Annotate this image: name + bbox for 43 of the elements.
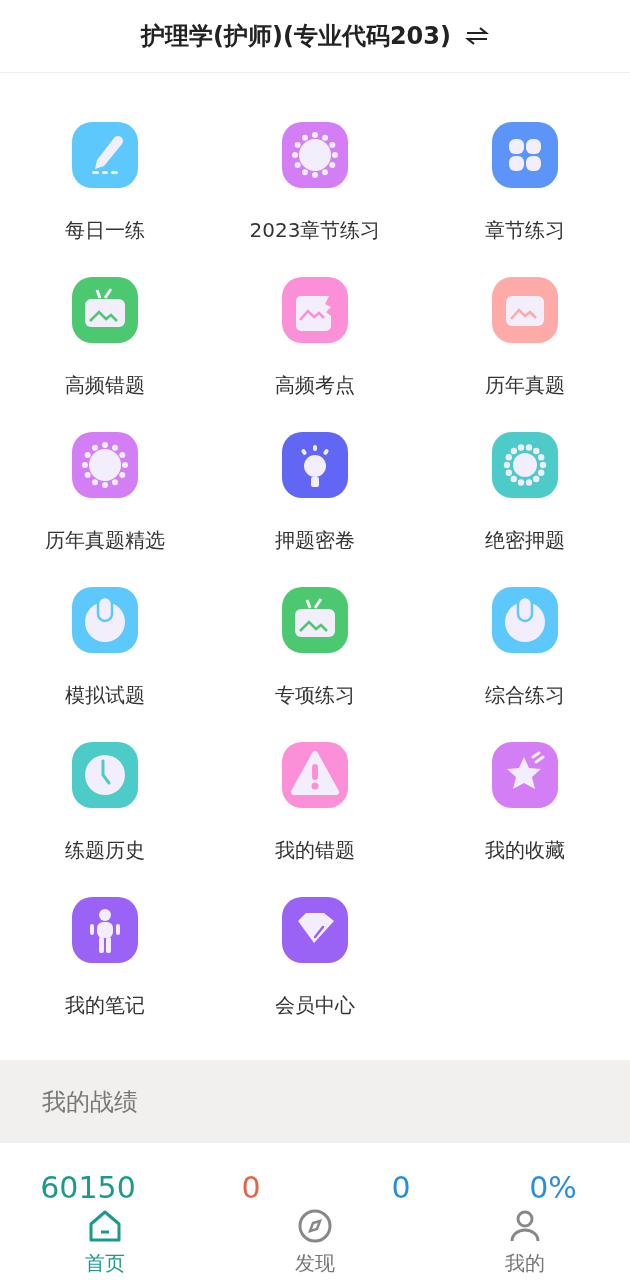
stat-value: 0	[241, 1170, 261, 1207]
menu-icon[interactable]	[492, 122, 558, 189]
menu-icon[interactable]	[282, 277, 348, 344]
swap-icon[interactable]	[465, 26, 489, 47]
menu-label[interactable]: 高频考点	[275, 371, 355, 400]
menu-label[interactable]: 高频错题	[65, 371, 145, 400]
menu-label[interactable]: 我的收藏	[485, 836, 565, 865]
menu-icon[interactable]	[282, 742, 348, 809]
page-title: 护理学(护师)(专业代码203)	[141, 21, 451, 53]
menu-label[interactable]: 我的笔记	[65, 991, 145, 1020]
menu-label[interactable]: 每日一练	[65, 216, 145, 245]
menu-label[interactable]: 章节练习	[485, 216, 565, 245]
menu-icon[interactable]	[72, 277, 138, 344]
section-title: 我的战绩	[42, 1086, 138, 1118]
menu-label[interactable]: 专项练习	[275, 681, 355, 710]
menu-label[interactable]: 模拟试题	[65, 681, 145, 710]
stat-value: 60150	[40, 1170, 136, 1207]
stat-value: 0%	[529, 1170, 577, 1207]
menu-icon[interactable]	[72, 122, 138, 189]
menu-label[interactable]: 练题历史	[65, 836, 145, 865]
menu-icon[interactable]	[282, 432, 348, 499]
menu-icon[interactable]	[282, 587, 348, 654]
menu-label[interactable]: 押题密卷	[275, 526, 355, 555]
menu-icon[interactable]	[492, 587, 558, 654]
menu-icon[interactable]	[492, 432, 558, 499]
menu-icon[interactable]	[72, 432, 138, 499]
nav-tab[interactable]: 发现	[210, 1206, 420, 1280]
menu-icon[interactable]	[72, 742, 138, 809]
menu-icon[interactable]	[492, 277, 558, 344]
menu-icon[interactable]	[282, 122, 348, 189]
nav-tab[interactable]: 我的	[420, 1206, 630, 1280]
menu-label[interactable]: 历年真题	[485, 371, 565, 400]
menu-label[interactable]: 会员中心	[275, 991, 355, 1020]
menu-icon[interactable]	[72, 587, 138, 654]
menu-label[interactable]: 我的错题	[275, 836, 355, 865]
menu-label[interactable]: 历年真题精选	[45, 526, 165, 555]
menu-icon[interactable]	[492, 742, 558, 809]
menu-icon[interactable]	[282, 897, 348, 964]
menu-label[interactable]: 绝密押题	[485, 526, 565, 555]
menu-label[interactable]: 综合练习	[485, 681, 565, 710]
stat-value: 0	[391, 1170, 411, 1207]
menu-icon[interactable]	[72, 897, 138, 964]
menu-label[interactable]: 2023章节练习	[249, 216, 381, 245]
